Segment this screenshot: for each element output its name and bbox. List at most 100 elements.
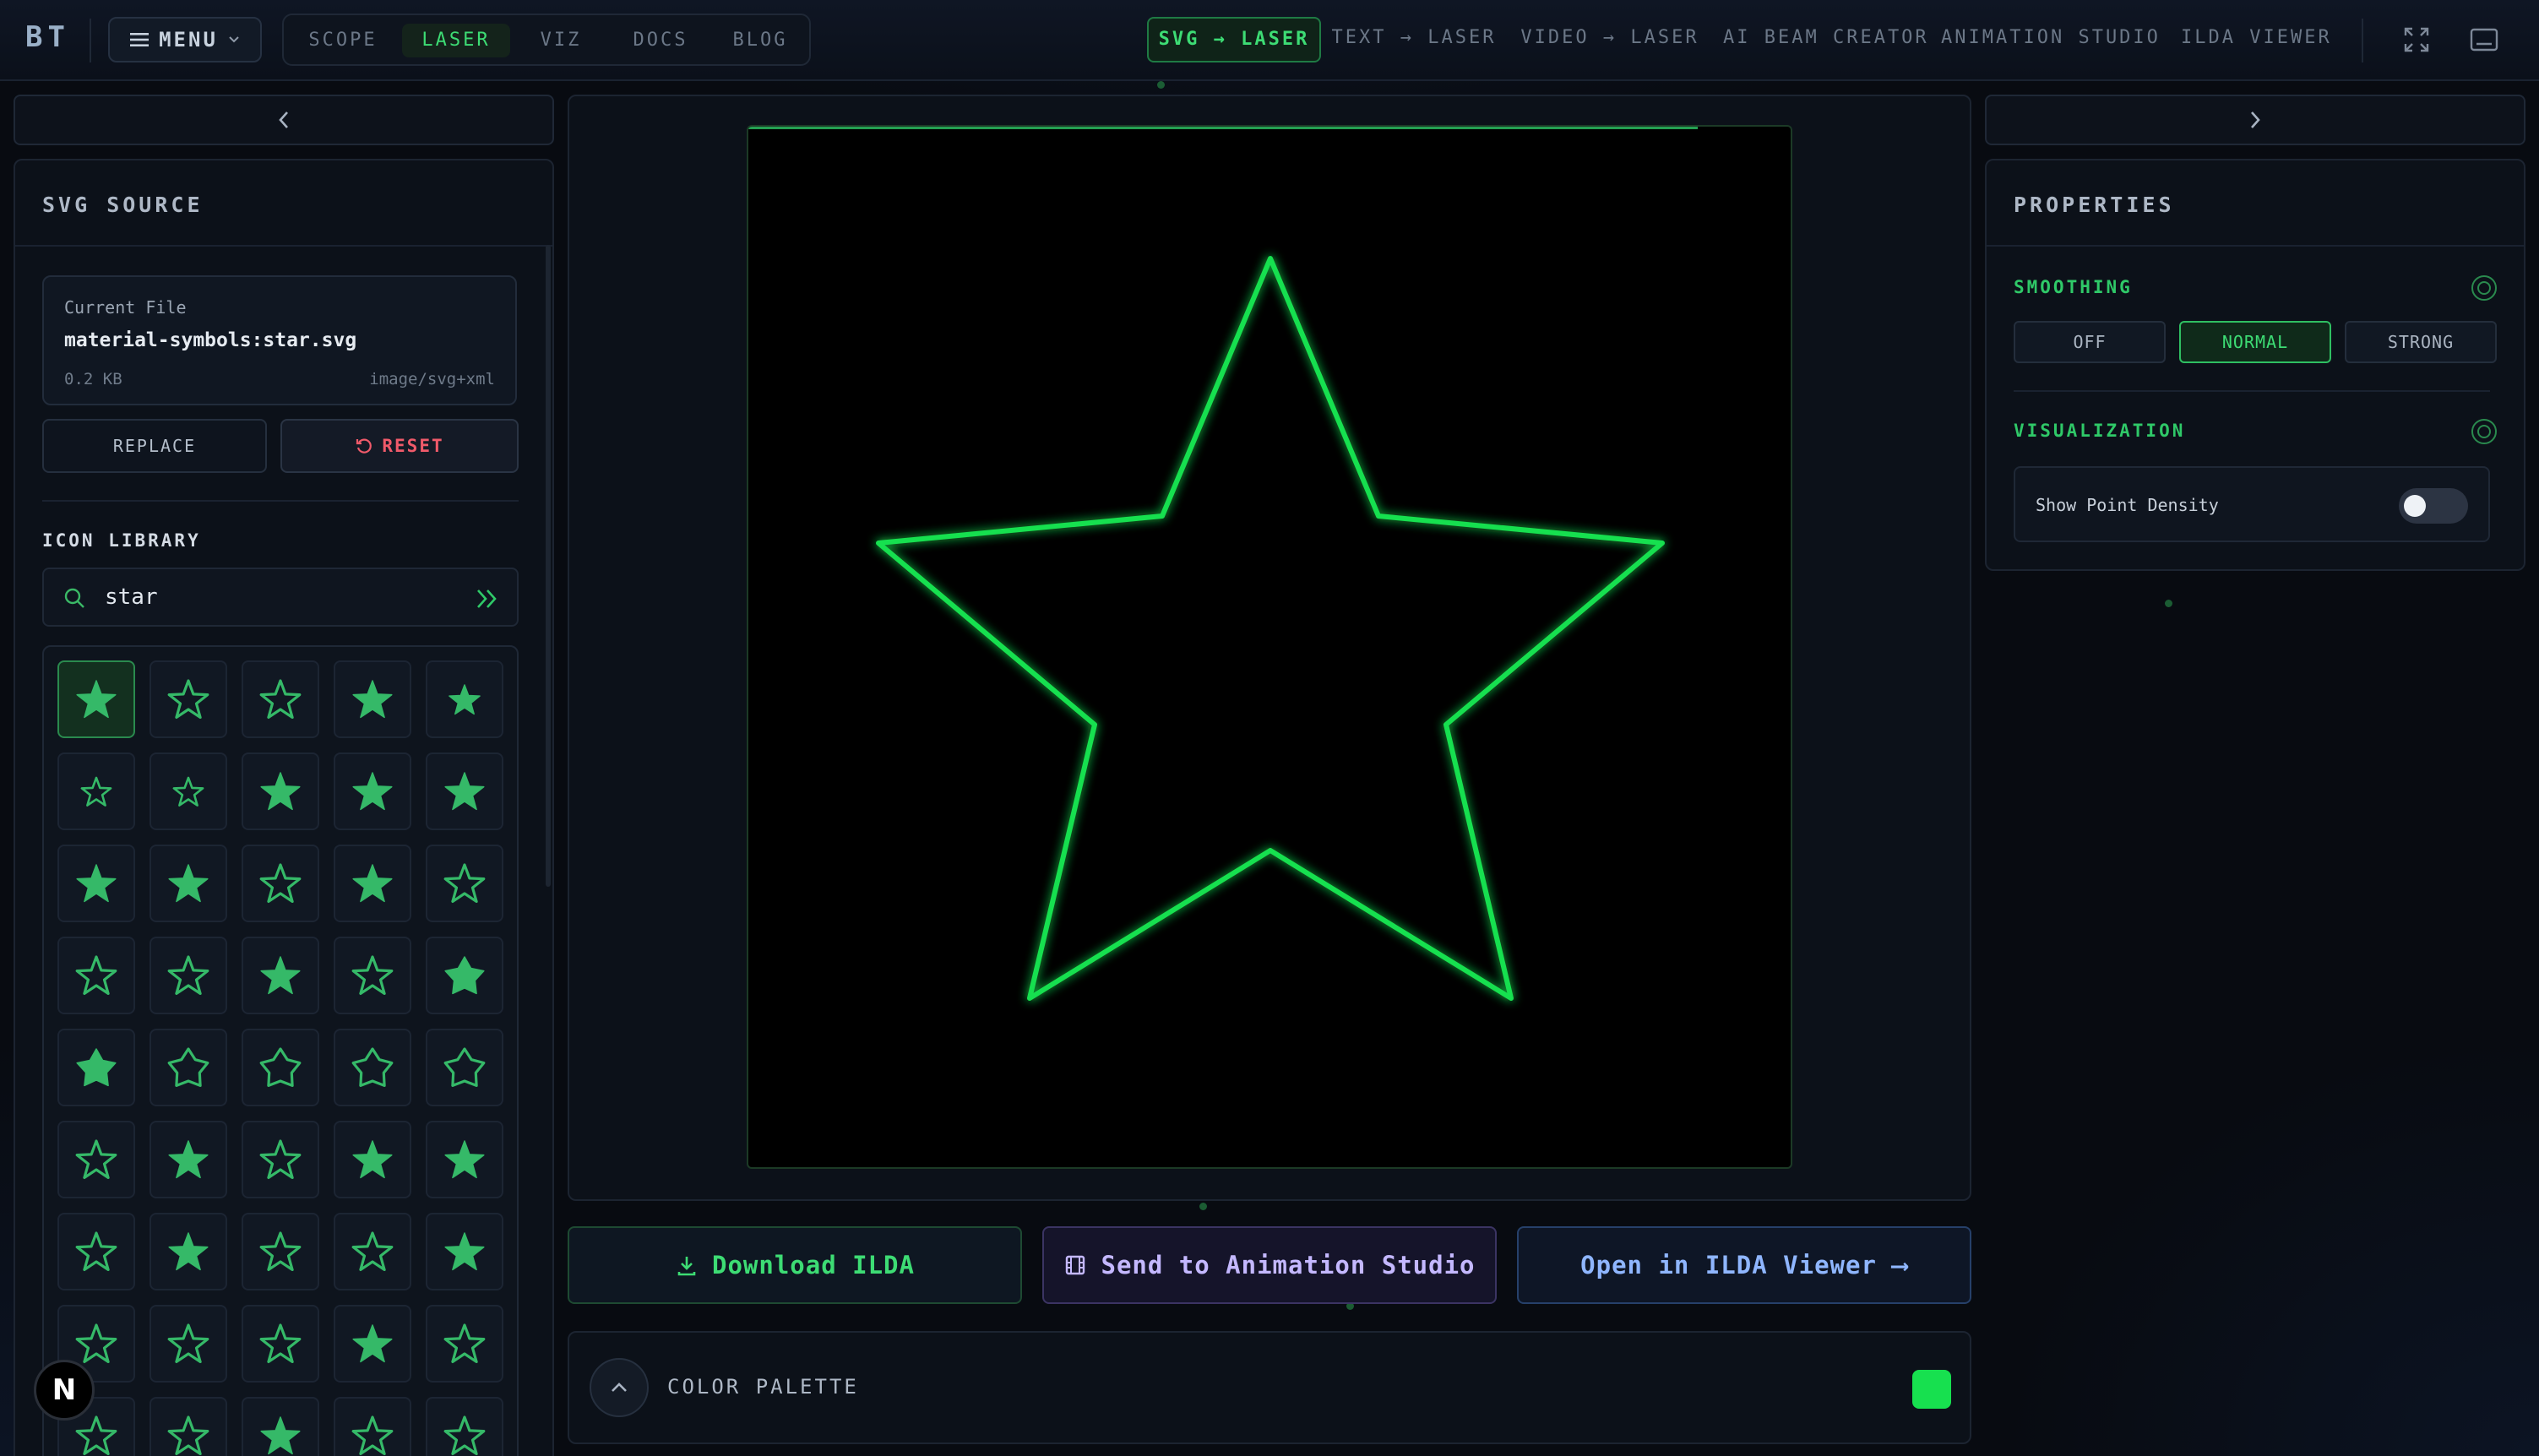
tool-tab-ilda-viewer[interactable]: ILDA VIEWER [2181,17,2330,62]
target-icon[interactable] [2470,274,2498,302]
nav-tab-blog[interactable]: BLOG [713,24,807,57]
open-ilda-viewer-button[interactable]: Open in ILDA Viewer ⟶ [1517,1226,1971,1304]
main-nav: SCOPE LASER VIZ DOCS BLOG [282,14,811,66]
star-icon-option[interactable] [426,1121,503,1198]
nav-tab-viz[interactable]: VIZ [522,24,600,57]
palette-toggle-button[interactable] [590,1358,649,1417]
star-icon-option[interactable] [334,1029,411,1106]
star-icon [259,1139,302,1180]
star-icon-option[interactable] [334,845,411,922]
star-icon-option[interactable] [150,752,227,830]
star-icon [167,955,209,996]
star-icon-option[interactable] [57,1213,135,1290]
collapse-right-panel-button[interactable] [1985,95,2525,145]
star-icon-option[interactable] [334,660,411,738]
star-icon-option[interactable] [57,752,135,830]
star-icon-option[interactable] [57,937,135,1014]
smoothing-title: SMOOTHING [2014,277,2133,297]
star-icon-option[interactable] [57,660,135,738]
star-icon-option[interactable] [426,660,503,738]
tool-tab-svg-laser[interactable]: SVG → LASER [1147,17,1321,62]
star-icon-option[interactable] [150,1213,227,1290]
panel-icon[interactable] [2468,24,2500,56]
tool-tab-ai-beam-creator[interactable]: AI BEAM CREATOR [1723,17,1927,62]
star-icon [351,955,394,996]
star-icon-option[interactable] [334,937,411,1014]
star-icon [444,772,485,811]
star-icon-option[interactable] [334,1213,411,1290]
reset-icon [356,438,372,454]
replace-button[interactable]: REPLACE [42,419,267,473]
smoothing-off-button[interactable]: OFF [2014,321,2166,363]
star-icon-option[interactable] [426,1397,503,1456]
star-icon-option[interactable] [334,1397,411,1456]
star-icon-option[interactable] [150,937,227,1014]
target-icon[interactable] [2470,417,2498,446]
star-icon-option[interactable] [57,1029,135,1106]
tool-tab-animation-studio[interactable]: ANIMATION STUDIO [1941,17,2158,62]
star-icon-option[interactable] [426,1305,503,1383]
tool-tab-video-laser[interactable]: VIDEO → LASER [1520,17,1699,62]
next-badge[interactable]: N [34,1360,95,1421]
file-size: 0.2 KB [64,370,122,388]
download-ilda-button[interactable]: Download ILDA [568,1226,1022,1304]
star-icon-option[interactable] [242,1213,319,1290]
star-icon-option[interactable] [150,1029,227,1106]
star-icon-option[interactable] [242,1397,319,1456]
point-density-toggle[interactable] [2399,488,2468,524]
star-icon-option[interactable] [426,1213,503,1290]
chevron-up-icon [612,1383,627,1392]
star-icon-option[interactable] [242,845,319,922]
logo[interactable]: BT [25,20,70,54]
star-icon-option[interactable] [242,1305,319,1383]
star-icon [444,956,485,995]
scrollbar[interactable] [546,245,551,887]
star-icon [443,863,486,904]
tool-tab-text-laser[interactable]: TEXT → LASER [1331,17,1497,62]
star-icon-option[interactable] [57,845,135,922]
star-icon-option[interactable] [150,1305,227,1383]
send-to-animation-studio-button[interactable]: Send to Animation Studio [1042,1226,1497,1304]
nav-tab-scope[interactable]: SCOPE [296,24,390,57]
nav-tab-laser[interactable]: LASER [402,24,510,57]
star-icon-option[interactable] [334,752,411,830]
star-icon-option[interactable] [57,1121,135,1198]
double-chevron-right-icon[interactable] [473,584,502,613]
smoothing-strong-button[interactable]: STRONG [2345,321,2497,363]
star-icon-option[interactable] [334,1305,411,1383]
star-icon-option[interactable] [150,1397,227,1456]
laser-preview-canvas[interactable] [747,125,1792,1169]
reset-button[interactable]: RESET [280,419,519,473]
star-icon-option[interactable] [426,752,503,830]
star-icon-option[interactable] [242,752,319,830]
icon-search[interactable] [42,568,519,627]
chevron-left-icon [279,111,288,128]
star-icon [259,1323,302,1364]
menu-button[interactable]: MENU [108,17,262,62]
smoothing-normal-button[interactable]: NORMAL [2179,321,2331,363]
star-icon [76,680,117,719]
star-icon-option[interactable] [426,937,503,1014]
star-icon [444,1232,485,1271]
visualization-title: VISUALIZATION [2014,421,2186,441]
palette-label: COLOR PALETTE [667,1375,859,1399]
star-icon-option[interactable] [242,937,319,1014]
star-icon-option[interactable] [242,1029,319,1106]
star-icon-option[interactable] [334,1121,411,1198]
star-icon-option[interactable] [150,845,227,922]
star-icon-option[interactable] [426,1029,503,1106]
color-swatch[interactable] [1912,1370,1951,1409]
star-icon [75,955,117,996]
fullscreen-icon[interactable] [2400,24,2433,56]
star-icon-option[interactable] [426,845,503,922]
current-file-card: Current File material-symbols:star.svg 0… [42,275,517,405]
star-icon-option[interactable] [242,660,319,738]
icon-library-title: ICON LIBRARY [42,530,201,551]
file-label: Current File [64,297,187,318]
star-icon-option[interactable] [242,1121,319,1198]
collapse-left-panel-button[interactable] [14,95,554,145]
nav-tab-docs[interactable]: DOCS [613,24,708,57]
star-icon-option[interactable] [150,660,227,738]
star-icon-option[interactable] [150,1121,227,1198]
search-input[interactable] [105,584,443,610]
